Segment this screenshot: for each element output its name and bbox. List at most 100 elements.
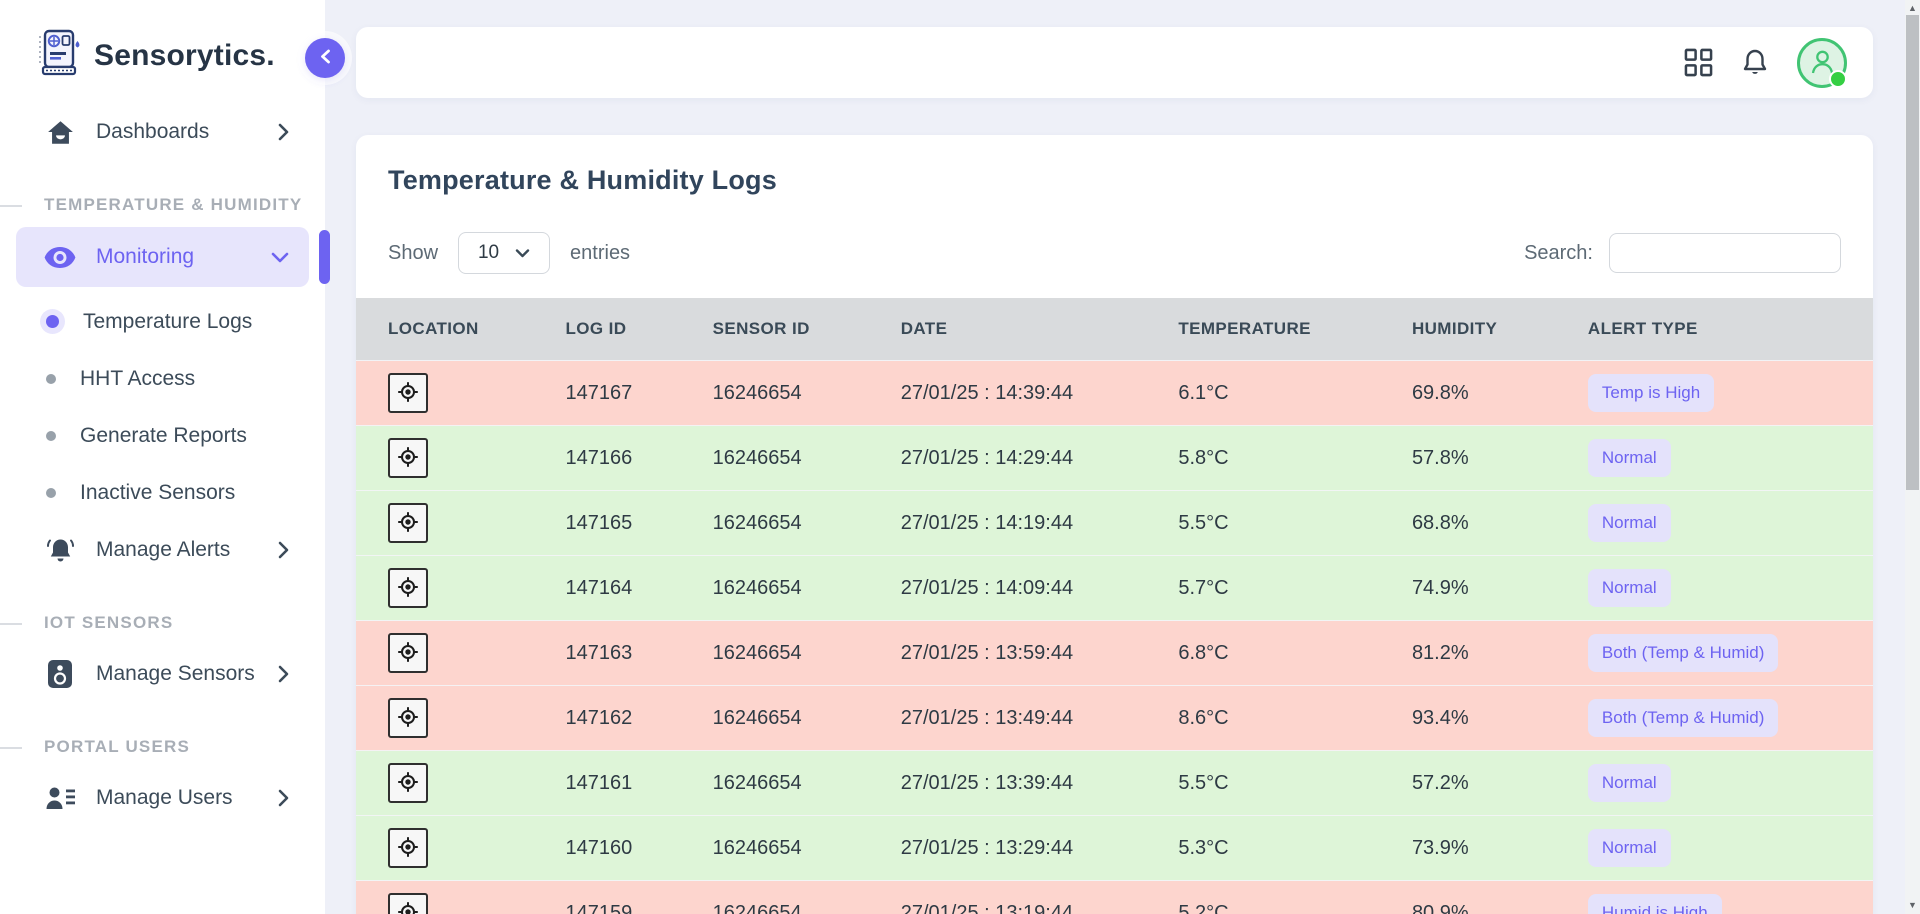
crosshair-location-icon bbox=[397, 381, 419, 406]
crosshair-location-icon bbox=[397, 446, 419, 471]
scrollbar-thumb[interactable] bbox=[1906, 15, 1919, 490]
log-table-row: 1471631624665427/01/25 : 13:59:446.8°C81… bbox=[356, 621, 1873, 686]
cell-temperature: 5.5°C bbox=[1178, 491, 1412, 556]
sidebar-item-manage-sensors[interactable]: Manage Sensors bbox=[0, 645, 325, 703]
bell-icon[interactable] bbox=[1741, 48, 1769, 78]
alert-type-badge: Normal bbox=[1588, 764, 1671, 802]
sidebar-subitem-inactive-sensors[interactable]: Inactive Sensors bbox=[0, 464, 325, 521]
cell-location bbox=[356, 621, 565, 686]
cell-temperature: 5.7°C bbox=[1178, 556, 1412, 621]
location-button[interactable] bbox=[388, 373, 428, 413]
crosshair-location-icon bbox=[397, 576, 419, 601]
brand-name: Sensorytics. bbox=[94, 39, 275, 73]
topbar bbox=[356, 27, 1873, 98]
cell-alert-type: Humid is High bbox=[1588, 881, 1873, 914]
cell-location bbox=[356, 816, 565, 881]
alert-type-badge: Normal bbox=[1588, 569, 1671, 607]
cell-date: 27/01/25 : 14:09:44 bbox=[901, 556, 1179, 621]
online-status-dot bbox=[1829, 70, 1847, 88]
cell-log-id: 147160 bbox=[565, 816, 712, 881]
log-table-row: 1471601624665427/01/25 : 13:29:445.3°C73… bbox=[356, 816, 1873, 881]
cell-alert-type: Normal bbox=[1588, 751, 1873, 816]
location-button[interactable] bbox=[388, 698, 428, 738]
sidebar-item-label: Monitoring bbox=[96, 245, 194, 269]
cell-humidity: 57.2% bbox=[1412, 751, 1588, 816]
sidebar-item-label: Dashboards bbox=[96, 120, 209, 144]
sidebar-item-manage-alerts[interactable]: Manage Alerts bbox=[0, 521, 325, 579]
logs-table: LOCATION LOG ID SENSOR ID DATE TEMPERATU… bbox=[356, 298, 1873, 914]
location-button[interactable] bbox=[388, 763, 428, 803]
column-header-humidity: HUMIDITY bbox=[1412, 298, 1588, 361]
cell-location bbox=[356, 751, 565, 816]
location-button[interactable] bbox=[388, 568, 428, 608]
sidebar-subitem-generate-reports[interactable]: Generate Reports bbox=[0, 407, 325, 464]
sidebar-item-label: Manage Users bbox=[96, 786, 233, 810]
cell-sensor-id: 16246654 bbox=[713, 426, 901, 491]
chevron-down-icon bbox=[515, 242, 530, 264]
sidebar-item-dashboards[interactable]: Dashboards bbox=[0, 103, 325, 161]
crosshair-location-icon bbox=[397, 771, 419, 796]
chevron-right-icon bbox=[278, 123, 289, 141]
log-table-row: 1471651624665427/01/25 : 14:19:445.5°C68… bbox=[356, 491, 1873, 556]
cell-date: 27/01/25 : 13:39:44 bbox=[901, 751, 1179, 816]
sidebar-collapse-button[interactable] bbox=[305, 38, 345, 78]
column-header-location: LOCATION bbox=[356, 298, 565, 361]
log-table-row: 1471591624665427/01/25 : 13:19:445.2°C80… bbox=[356, 881, 1873, 914]
cell-log-id: 147164 bbox=[565, 556, 712, 621]
location-button[interactable] bbox=[388, 438, 428, 478]
cell-log-id: 147165 bbox=[565, 491, 712, 556]
eye-icon bbox=[44, 247, 76, 268]
sidebar-subitem-temperature-logs[interactable]: Temperature Logs bbox=[0, 293, 325, 350]
cell-date: 27/01/25 : 13:49:44 bbox=[901, 686, 1179, 751]
scroll-up-arrow-icon[interactable]: ▲ bbox=[1905, 4, 1920, 13]
cell-temperature: 5.3°C bbox=[1178, 816, 1412, 881]
cell-location bbox=[356, 556, 565, 621]
cell-date: 27/01/25 : 14:29:44 bbox=[901, 426, 1179, 491]
section-label-temperature-humidity: TEMPERATURE & HUMIDITY bbox=[44, 195, 325, 215]
scroll-down-arrow-icon[interactable]: ▼ bbox=[1905, 901, 1920, 910]
vertical-scrollbar[interactable]: ▲ ▼ bbox=[1905, 0, 1920, 914]
location-button[interactable] bbox=[388, 893, 428, 914]
sidebar-item-label: Manage Alerts bbox=[96, 538, 230, 562]
page-size-value: 10 bbox=[478, 242, 499, 264]
alert-type-badge: Humid is High bbox=[1588, 894, 1722, 914]
bell-icon bbox=[44, 537, 76, 564]
search-label: Search: bbox=[1524, 242, 1593, 265]
cell-date: 27/01/25 : 14:19:44 bbox=[901, 491, 1179, 556]
apps-grid-icon[interactable] bbox=[1684, 48, 1713, 77]
chevron-right-icon bbox=[278, 665, 289, 683]
search-input[interactable] bbox=[1609, 233, 1841, 273]
cell-sensor-id: 16246654 bbox=[713, 686, 901, 751]
cell-alert-type: Normal bbox=[1588, 556, 1873, 621]
home-icon bbox=[44, 120, 76, 145]
cell-log-id: 147163 bbox=[565, 621, 712, 686]
dot-icon bbox=[46, 374, 56, 384]
sidebar-item-manage-users[interactable]: Manage Users bbox=[0, 769, 325, 827]
column-header-alert-type: ALERT TYPE bbox=[1588, 298, 1873, 361]
column-header-temperature: TEMPERATURE bbox=[1178, 298, 1412, 361]
page-size-select[interactable]: 10 bbox=[458, 232, 550, 274]
cell-log-id: 147167 bbox=[565, 361, 712, 426]
cell-date: 27/01/25 : 13:19:44 bbox=[901, 881, 1179, 914]
crosshair-location-icon bbox=[397, 836, 419, 861]
cell-temperature: 5.8°C bbox=[1178, 426, 1412, 491]
sidebar-subitem-hht-access[interactable]: HHT Access bbox=[0, 350, 325, 407]
location-button[interactable] bbox=[388, 633, 428, 673]
location-button[interactable] bbox=[388, 503, 428, 543]
active-dot-icon bbox=[46, 315, 59, 328]
sidebar-item-monitoring[interactable]: Monitoring bbox=[16, 227, 309, 287]
cell-humidity: 74.9% bbox=[1412, 556, 1588, 621]
brand-logo[interactable]: Sensorytics. bbox=[0, 0, 325, 83]
section-label-portal-users: PORTAL USERS bbox=[44, 737, 325, 757]
location-button[interactable] bbox=[388, 828, 428, 868]
user-avatar[interactable] bbox=[1797, 38, 1847, 88]
cell-humidity: 93.4% bbox=[1412, 686, 1588, 751]
sidebar-nav: Dashboards TEMPERATURE & HUMIDITY Monito… bbox=[0, 103, 325, 827]
cell-sensor-id: 16246654 bbox=[713, 621, 901, 686]
entries-label: entries bbox=[570, 242, 630, 265]
users-icon bbox=[44, 786, 76, 811]
column-header-log-id: LOG ID bbox=[565, 298, 712, 361]
alert-type-badge: Normal bbox=[1588, 439, 1671, 477]
sensor-icon bbox=[44, 659, 76, 689]
cell-temperature: 8.6°C bbox=[1178, 686, 1412, 751]
